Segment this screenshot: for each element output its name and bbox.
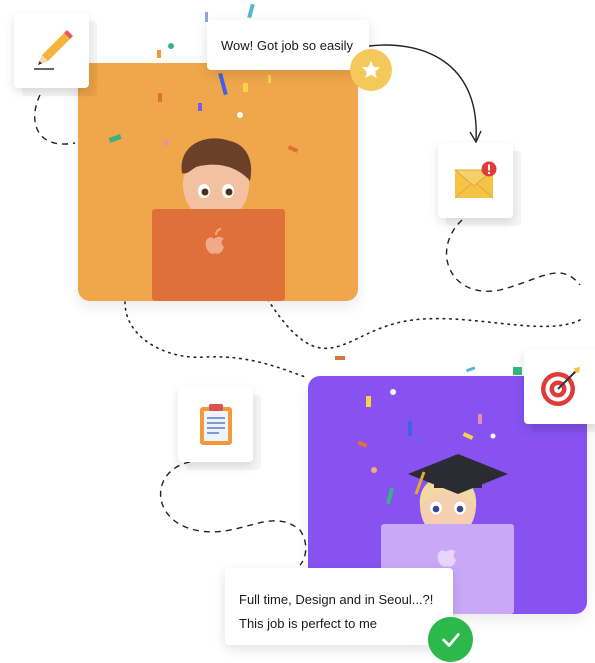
mail-notification-icon [453,161,496,198]
check-icon [441,632,460,647]
pencil-icon [33,29,73,70]
bottom-bubble-line-1: Full time, Design and in Seoul...?! [239,592,434,607]
dashed-path-bottom-left [159,461,307,566]
pencil-tile [14,13,89,88]
check-badge [428,617,473,662]
top-speech-bubble: Wow! Got job so easily [207,20,369,70]
clipboard-tile [178,387,253,462]
top-bubble-text: Wow! Got job so easily [221,37,353,53]
star-badge [350,49,392,91]
dashed-path-left-top [34,94,76,145]
orange-avatar-card [78,63,358,301]
target-tile [524,349,595,424]
dashed-path-right [445,219,581,292]
target-icon [540,366,580,406]
clipboard-icon [199,403,232,445]
boy-avatar-illustration [108,72,299,301]
bottom-bubble-line-2: This job is perfect to me [239,616,377,631]
star-icon [361,60,381,79]
dotted-path-left [124,301,309,379]
dotted-path-center [267,299,581,349]
mail-tile [438,143,513,218]
bottom-speech-bubble: Full time, Design and in Seoul...?! This… [225,568,453,645]
